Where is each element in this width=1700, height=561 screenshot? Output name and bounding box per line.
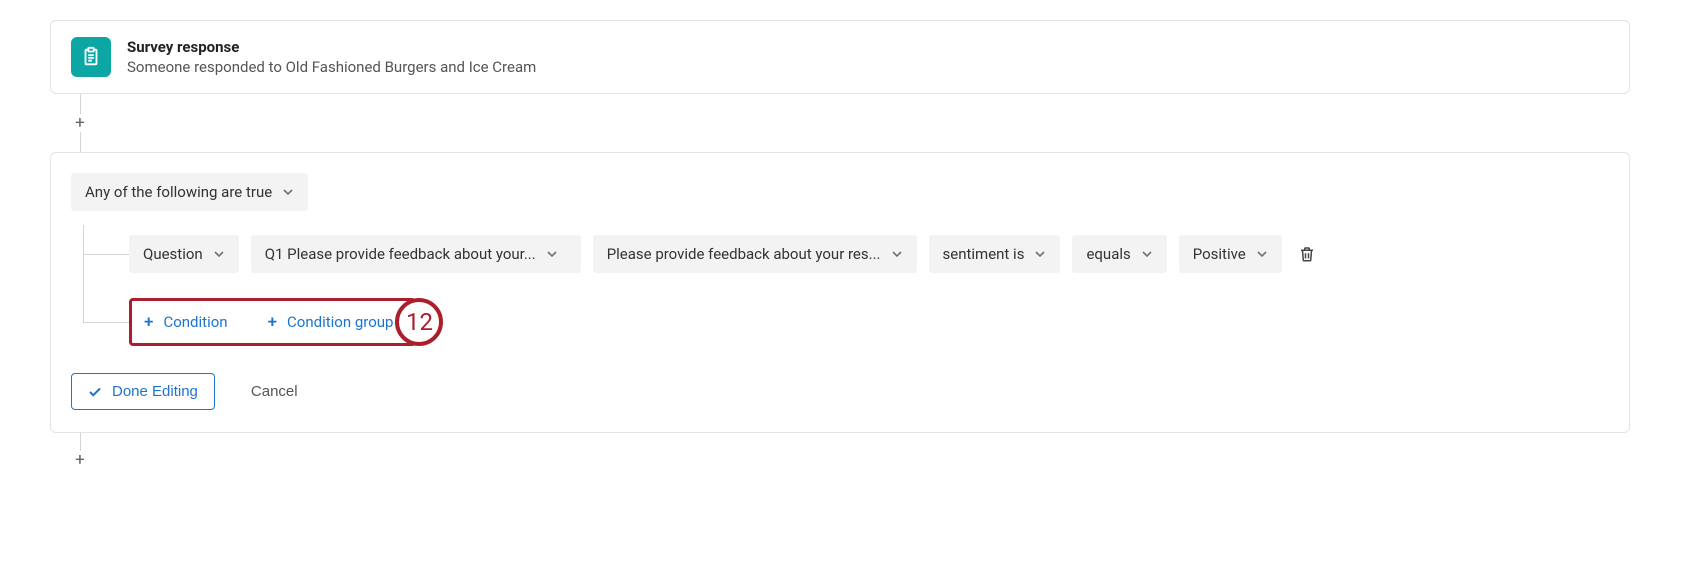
field-type-select[interactable]: Question (129, 235, 239, 273)
add-condition-group-button[interactable]: + Condition group (262, 305, 400, 339)
check-icon (88, 385, 102, 399)
add-step-button[interactable]: + (71, 451, 89, 469)
trigger-subtitle: Someone responded to Old Fashioned Burge… (127, 58, 536, 76)
done-editing-button[interactable]: Done Editing (71, 373, 215, 410)
question-label: Q1 Please provide feedback about your... (265, 245, 536, 263)
cancel-label: Cancel (251, 383, 298, 400)
add-condition-button[interactable]: + Condition (138, 305, 234, 339)
match-mode-label: Any of the following are true (85, 183, 272, 201)
add-step-button[interactable]: + (71, 114, 89, 132)
done-editing-label: Done Editing (112, 383, 198, 400)
cancel-button[interactable]: Cancel (245, 375, 304, 408)
add-row: + Condition + Condition group 12 (129, 297, 1609, 347)
operator-label: equals (1086, 245, 1130, 263)
add-condition-label: Condition (163, 313, 227, 331)
trigger-title: Survey response (127, 38, 536, 56)
condition-editor-card: Any of the following are true Question Q… (50, 152, 1630, 433)
field-type-label: Question (143, 245, 203, 263)
value-select[interactable]: Positive (1179, 235, 1282, 273)
value-label: Positive (1193, 245, 1246, 263)
trigger-text: Survey response Someone responded to Old… (127, 38, 536, 76)
plus-icon: + (144, 314, 153, 331)
chevron-down-icon (1141, 248, 1153, 260)
chevron-down-icon (282, 186, 294, 198)
trigger-card[interactable]: Survey response Someone responded to Old… (50, 20, 1630, 94)
question-select[interactable]: Q1 Please provide feedback about your... (251, 235, 581, 273)
attribute-select[interactable]: sentiment is (929, 235, 1061, 273)
connector-after: + (80, 433, 1630, 473)
connector: + (80, 94, 1630, 152)
chevron-down-icon (1034, 248, 1046, 260)
match-mode-select[interactable]: Any of the following are true (71, 173, 308, 211)
clipboard-icon (71, 37, 111, 77)
add-condition-group-label: Condition group (287, 313, 393, 331)
sub-question-label: Please provide feedback about your res..… (607, 245, 881, 263)
add-buttons-highlight: + Condition + Condition group 12 (129, 298, 416, 346)
plus-icon: + (268, 314, 277, 331)
sub-question-select[interactable]: Please provide feedback about your res..… (593, 235, 917, 273)
chevron-down-icon (546, 248, 558, 260)
callout-badge: 12 (395, 298, 443, 346)
chevron-down-icon (213, 248, 225, 260)
chevron-down-icon (891, 248, 903, 260)
delete-condition-button[interactable] (1294, 241, 1320, 267)
operator-select[interactable]: equals (1072, 235, 1166, 273)
attribute-label: sentiment is (943, 245, 1025, 263)
condition-row: Question Q1 Please provide feedback abou… (129, 229, 1609, 279)
editor-footer: Done Editing Cancel (71, 373, 1609, 410)
chevron-down-icon (1256, 248, 1268, 260)
